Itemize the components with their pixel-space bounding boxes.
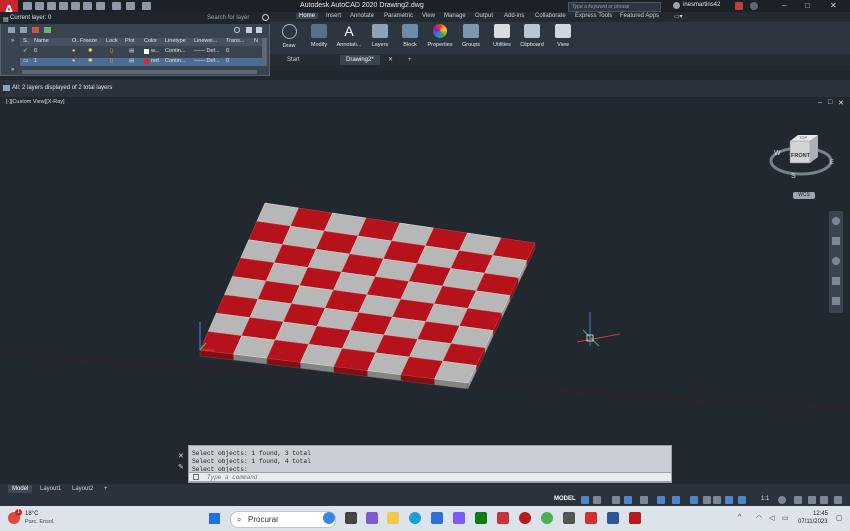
crosshair-cursor [576,312,621,347]
store-icon[interactable] [431,512,443,524]
wifi-icon[interactable]: ◠ [756,514,762,522]
notification-badge: 1 [15,509,22,516]
command-prompt-icon[interactable] [193,474,199,480]
command-input[interactable]: Type a command [188,472,672,482]
autoscale-icon[interactable] [738,496,746,504]
workspace-gear-icon[interactable] [778,496,786,504]
filezilla-icon[interactable] [629,512,641,524]
isolate-objects-icon[interactable] [808,496,816,504]
annotation-visibility-icon[interactable] [725,496,733,504]
model-space-toggle[interactable]: MODEL [554,496,576,502]
add-layout-icon[interactable]: + [100,485,112,493]
orbit-icon[interactable] [832,277,840,285]
selection-cycling-icon[interactable] [713,496,721,504]
windows-start-icon[interactable] [209,513,220,524]
clock-date[interactable]: 07/11/2023 [798,519,828,525]
compass-south[interactable]: S [791,173,796,180]
volume-icon[interactable]: ◁ [769,514,774,522]
chrome-icon[interactable] [541,512,553,524]
compass-east[interactable]: E [830,160,834,166]
object-snap-tracking-icon[interactable] [657,496,665,504]
file-explorer-icon[interactable] [387,512,399,524]
isodraft-icon[interactable] [640,496,648,504]
viewcube-top-face[interactable]: TOP [799,135,807,140]
customize-command-line-icon[interactable]: ✎ [178,463,184,471]
tab-layout1[interactable]: Layout1 [36,485,65,493]
weather-condition[interactable]: Parc. Ensol. [25,519,55,525]
pan-icon[interactable] [832,237,840,245]
status-bar [0,494,850,506]
clock-time[interactable]: 12:45 [813,511,828,517]
annotation-scale[interactable]: 1:1 [761,496,769,502]
teams-chat-icon[interactable] [366,512,378,524]
notifications-icon[interactable]: ▢ [836,514,843,522]
clean-screen-icon[interactable] [820,496,828,504]
viewcube-front-face[interactable]: FRONT [791,153,810,159]
weather-temperature[interactable]: 18°C [25,511,38,517]
zoom-icon[interactable] [832,257,840,265]
polar-icon[interactable] [624,496,632,504]
command-history-line: Select objects: 1 found, 3 total [192,450,311,457]
word-icon[interactable] [607,512,619,524]
ucs-menu[interactable]: WCS [793,192,815,199]
app-red-icon[interactable] [519,512,531,524]
customization-icon[interactable] [834,496,842,504]
battery-icon[interactable]: ▭ [782,514,789,522]
showmotion-icon[interactable] [832,297,840,305]
tray-chevron-icon[interactable]: ^ [738,514,741,521]
layout-tab-bar [0,484,850,494]
taskbar-search[interactable]: ⌕ Procurar [230,511,336,528]
windows-taskbar [0,506,850,531]
grid-icon[interactable] [581,496,589,504]
annotation-monitor-icon[interactable] [794,496,802,504]
snap-icon[interactable] [593,496,601,504]
edge-icon[interactable] [409,512,421,524]
app-icon[interactable] [453,512,465,524]
autocad-taskbar-icon[interactable] [585,512,597,524]
bing-chat-icon[interactable] [323,512,335,524]
tab-model[interactable]: Model [8,485,33,493]
command-history-line: Select objects: 1 found, 4 total [192,458,311,465]
close-command-line-icon[interactable]: ✕ [178,452,184,460]
steering-wheel-icon[interactable] [832,217,840,225]
object-snap-icon[interactable] [672,496,680,504]
lineweight-icon[interactable] [690,496,698,504]
ortho-icon[interactable] [612,496,620,504]
transparency-icon[interactable] [703,496,711,504]
xbox-icon[interactable] [475,512,487,524]
search-icon: ⌕ [237,515,242,524]
app-grey-icon[interactable] [563,512,575,524]
taskbar-search-label: Procurar [248,515,279,524]
task-view-icon[interactable] [345,512,357,524]
compass-west[interactable]: W [774,150,781,157]
mcafee-icon[interactable] [497,512,509,524]
tab-layout2[interactable]: Layout2 [68,485,97,493]
